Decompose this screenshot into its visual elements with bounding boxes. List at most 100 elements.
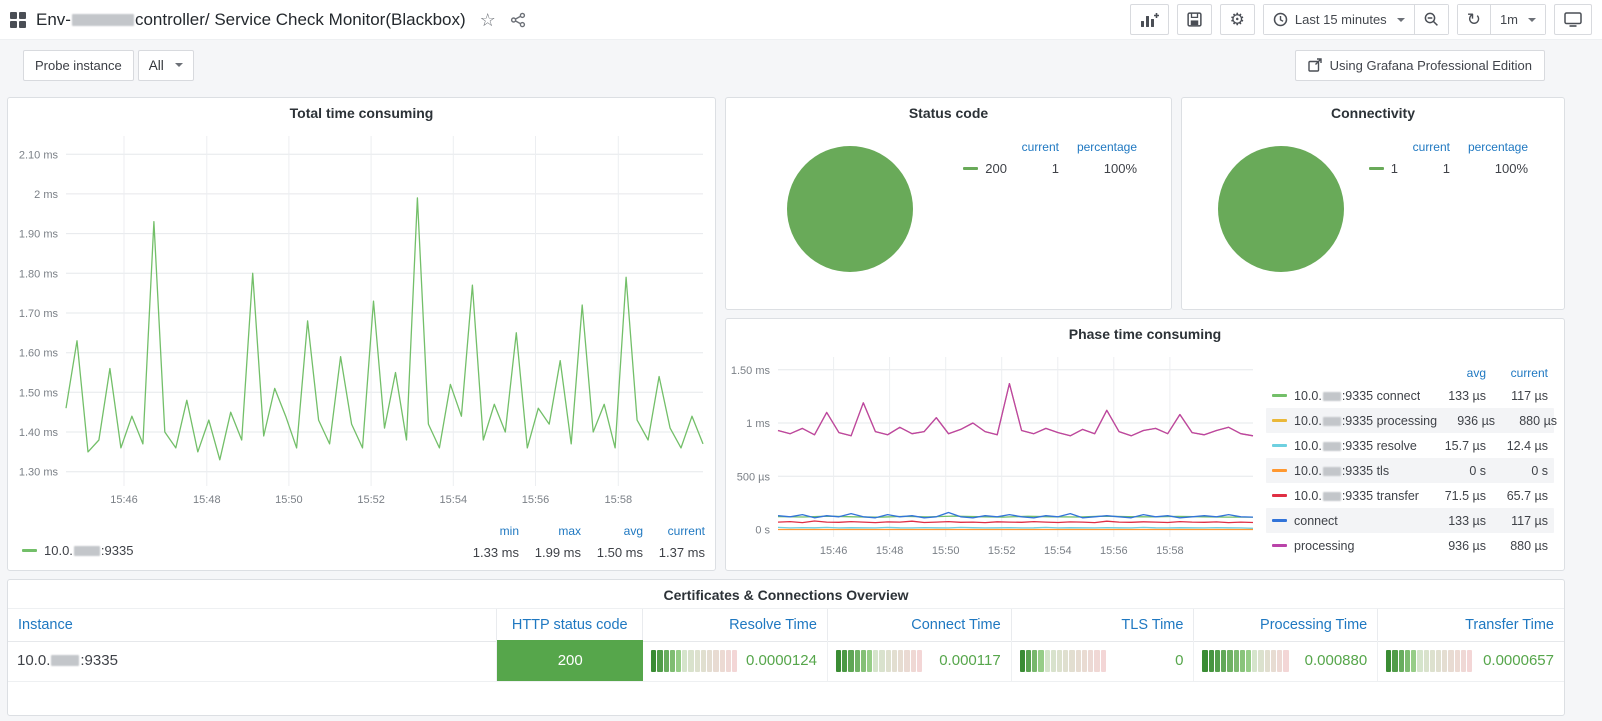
processing-time-value: 0.000880 — [1304, 652, 1368, 669]
legend-min-header[interactable]: min — [457, 524, 519, 538]
title-prefix: Env- — [36, 9, 71, 29]
table-row[interactable]: 10.0.:9335 200 0.0000124 0.000117 0 0.00… — [8, 640, 1564, 682]
panel-phase-time: Phase time consuming 1.50 ms 1 ms 500 µs 0 … — [725, 318, 1565, 571]
refresh-controls: ↻ 1m — [1456, 4, 1546, 35]
legend-current-value: 65.7 µs — [1506, 488, 1548, 503]
legend-avg-value: 1.50 ms — [596, 545, 643, 560]
refresh-interval-dropdown[interactable]: 1m — [1489, 5, 1545, 34]
share-icon[interactable] — [510, 12, 526, 28]
legend-series[interactable]: 1 — [1368, 161, 1398, 176]
redacted-text — [71, 13, 134, 26]
navbar-actions: ⚙ Last 15 minutes ↻ 1m — [1129, 4, 1592, 35]
time-range-picker[interactable]: Last 15 minutes — [1263, 5, 1414, 34]
svg-text:1.50 ms: 1.50 ms — [19, 387, 59, 399]
column-header-instance[interactable]: Instance — [8, 609, 498, 641]
column-header-processing-time[interactable]: Processing Time — [1194, 609, 1379, 641]
probe-instance-dropdown[interactable]: All — [137, 49, 194, 81]
refresh-icon: ↻ — [1466, 10, 1481, 29]
legend-current-header[interactable]: current — [643, 524, 705, 538]
dashboard-settings-button[interactable]: ⚙ — [1219, 4, 1255, 35]
legend-avg-value: 936 µs — [1448, 538, 1486, 553]
legend-row[interactable]: 10.0.:9335 connect 133 µs 117 µs — [1266, 383, 1554, 408]
save-dashboard-button[interactable] — [1176, 4, 1212, 35]
svg-text:15:52: 15:52 — [357, 494, 385, 506]
panel-title[interactable]: Certificates & Connections Overview — [8, 580, 1564, 603]
total-time-chart[interactable]: 2.10 ms 2 ms 1.90 ms 1.80 ms 1.70 ms 1.60 ms 1… — [8, 124, 715, 516]
pie-legend: current percentage 200 1 100% — [963, 140, 1137, 176]
phase-time-chart[interactable]: 1.50 ms 1 ms 500 µs 0 s 15:46 15:48 15:50 15:52… — [726, 345, 1261, 583]
redacted-text — [1322, 491, 1341, 501]
title-suffix: / Service Check Monitor(Blackbox) — [204, 9, 466, 29]
panel-cert-connections: Certificates & Connections Overview Inst… — [7, 579, 1565, 716]
column-header-resolve-time[interactable]: Resolve Time — [643, 609, 828, 641]
legend-current-header[interactable]: current — [1007, 140, 1059, 154]
svg-text:1.40 ms: 1.40 ms — [19, 427, 59, 439]
star-icon[interactable]: ☆ — [480, 11, 496, 29]
panel-title[interactable]: Connectivity — [1182, 98, 1564, 121]
column-header-http-status[interactable]: HTTP status code — [497, 609, 644, 641]
legend-row[interactable]: 10.0.:9335 processing 936 µs 880 µs — [1266, 408, 1558, 433]
column-header-tls-time[interactable]: TLS Time — [1012, 609, 1195, 641]
dashboard-subheader: Probe instance All Using Grafana Profess… — [0, 40, 1602, 90]
svg-text:15:48: 15:48 — [876, 545, 904, 557]
cell-instance: 10.0.:9335 — [8, 640, 498, 681]
legend-current-value: 880 µs — [1519, 413, 1558, 428]
legend-current-value: 12.4 µs — [1506, 438, 1548, 453]
apps-grid-icon[interactable] — [10, 11, 26, 28]
legend-current-value: 0 s — [1531, 463, 1548, 478]
tls-time-gauge — [1019, 649, 1106, 672]
external-link-icon — [1307, 58, 1322, 72]
legend-current-value: 880 µs — [1510, 538, 1548, 553]
legend-row[interactable]: 10.0.:9335 resolve 15.7 µs 12.4 µs — [1266, 433, 1554, 458]
legend-avg-header[interactable]: avg — [581, 524, 643, 538]
legend-row[interactable]: connect 133 µs 117 µs — [1266, 508, 1554, 533]
legend-avg-header[interactable]: avg — [1428, 366, 1486, 380]
panel-title[interactable]: Phase time consuming — [726, 319, 1564, 342]
time-range-label: Last 15 minutes — [1294, 12, 1387, 27]
title-mid: controller — [134, 9, 205, 29]
cell-tls-time: 0 — [1012, 640, 1195, 681]
svg-text:15:46: 15:46 — [820, 545, 848, 557]
tv-mode-button[interactable] — [1554, 4, 1592, 35]
legend-row[interactable]: 10.0.:9335 transfer 71.5 µs 65.7 µs — [1266, 483, 1554, 508]
series-color-dash — [1272, 419, 1287, 422]
svg-text:15:50: 15:50 — [275, 494, 303, 506]
legend-max-header[interactable]: max — [519, 524, 581, 538]
legend-percentage-header[interactable]: percentage — [1059, 140, 1137, 154]
legend-row[interactable]: 10.0.:9335 tls 0 s 0 s — [1266, 458, 1554, 483]
legend-current-header[interactable]: current — [1398, 140, 1450, 154]
panel-title[interactable]: Total time consuming — [8, 98, 715, 121]
series-name: 200 — [985, 161, 1007, 176]
grafana-edition-button[interactable]: Using Grafana Professional Edition — [1294, 49, 1545, 81]
legend-current-header[interactable]: current — [1486, 366, 1548, 380]
processing-time-gauge — [1202, 649, 1289, 672]
svg-text:1.90 ms: 1.90 ms — [19, 229, 59, 241]
legend-percentage-header[interactable]: percentage — [1450, 140, 1528, 154]
transfer-time-value: 0.0000657 — [1483, 652, 1554, 669]
panel-connectivity: Connectivity current percentage 1 1 100% — [1181, 97, 1565, 310]
redacted-text — [1322, 391, 1341, 401]
dashboard-title[interactable]: Env-controller / Service Check Monitor(B… — [36, 10, 466, 30]
chevron-down-icon — [1528, 17, 1536, 22]
refresh-button[interactable]: ↻ — [1457, 5, 1490, 34]
column-header-transfer-time[interactable]: Transfer Time — [1378, 609, 1564, 641]
legend-series[interactable]: 10.0.:9335 — [22, 543, 133, 558]
panel-title[interactable]: Status code — [726, 98, 1171, 121]
legend-current-value: 1 — [1442, 161, 1450, 176]
column-header-connect-time[interactable]: Connect Time — [828, 609, 1012, 641]
svg-text:2 ms: 2 ms — [34, 189, 58, 201]
svg-text:1.80 ms: 1.80 ms — [19, 268, 59, 280]
legend-stats: min 1.33 ms max 1.99 ms avg 1.50 ms current… — [457, 524, 705, 560]
add-panel-button[interactable] — [1129, 4, 1169, 35]
status-code-pie[interactable] — [787, 146, 913, 272]
legend-row[interactable]: processing 936 µs 880 µs — [1266, 533, 1554, 558]
phase-legend-table: avg current 10.0.:9335 connect 133 µs 11… — [1266, 363, 1558, 558]
series-color-dash — [1368, 167, 1384, 170]
svg-text:15:48: 15:48 — [193, 494, 221, 506]
svg-text:15:58: 15:58 — [1156, 545, 1184, 557]
legend-series[interactable]: 200 — [963, 161, 1007, 176]
zoom-out-time-button[interactable] — [1413, 5, 1448, 34]
legend-avg-value: 133 µs — [1448, 388, 1486, 403]
connectivity-pie[interactable] — [1218, 146, 1344, 272]
svg-text:15:56: 15:56 — [1100, 545, 1128, 557]
